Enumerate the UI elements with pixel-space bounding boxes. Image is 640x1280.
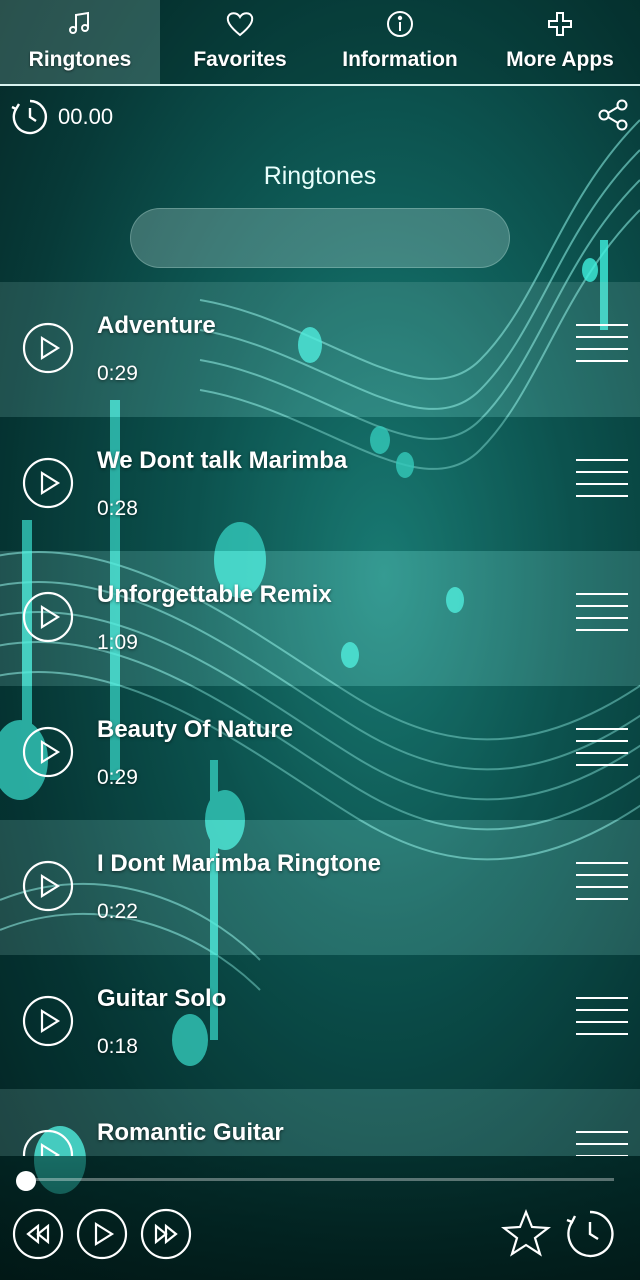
ringtone-duration: 1:09	[97, 631, 138, 654]
ringtone-name: I Dont Marimba Ringtone	[97, 850, 381, 877]
tab-more-apps[interactable]: More Apps	[480, 0, 640, 84]
play-icon[interactable]	[22, 860, 74, 912]
play-icon[interactable]	[22, 322, 74, 374]
ringtone-name: Guitar Solo	[97, 984, 227, 1012]
fast-forward-icon[interactable]	[140, 1208, 192, 1260]
ringtone-name: Unforgettable Remix	[97, 581, 332, 608]
ringtone-name: Romantic Guitar	[97, 1119, 284, 1146]
tab-label: Ringtones	[28, 48, 132, 71]
menu-icon[interactable]	[576, 593, 628, 639]
play-icon[interactable]	[22, 1129, 74, 1156]
star-icon[interactable]	[500, 1208, 552, 1260]
menu-icon[interactable]	[576, 458, 628, 505]
list-item[interactable]: Unforgettable Remix 1:09	[0, 551, 640, 686]
menu-icon[interactable]	[576, 996, 628, 1043]
ringtone-name: Adventure	[97, 312, 216, 339]
music-note-icon	[64, 8, 96, 40]
list-item[interactable]: Romantic Guitar	[0, 1089, 640, 1156]
search-field[interactable]	[130, 208, 510, 268]
list-item[interactable]: I Dont Marimba Ringtone 0:22	[0, 820, 640, 955]
play-icon[interactable]	[22, 457, 74, 509]
plus-icon	[544, 8, 576, 40]
info-icon	[384, 8, 416, 40]
rewind-icon[interactable]	[12, 1208, 64, 1260]
list-item[interactable]: Guitar Solo 0:18	[0, 954, 640, 1089]
search-input[interactable]	[131, 209, 509, 267]
timer-icon[interactable]	[564, 1208, 616, 1260]
heart-icon	[224, 8, 256, 40]
list-item[interactable]: Adventure 0:29	[0, 282, 640, 417]
ringtone-name: Beauty Of Nature	[97, 715, 294, 743]
timer-icon[interactable]	[10, 97, 50, 137]
list-item[interactable]: We Dont talk Marimba 0:28	[0, 416, 640, 551]
ringtone-duration: 0:22	[97, 900, 138, 923]
menu-icon[interactable]	[576, 324, 628, 370]
header-bar: 00.00	[10, 96, 630, 138]
player-bar	[0, 1156, 640, 1280]
tab-label: Favorites	[193, 48, 287, 71]
ringtone-duration: 0:28	[97, 496, 138, 520]
ringtone-duration: 0:18	[97, 1034, 138, 1058]
elapsed-time: 00.00	[58, 104, 114, 129]
play-icon[interactable]	[22, 995, 74, 1047]
tab-label: More Apps	[506, 48, 614, 71]
tab-favorites[interactable]: Favorites	[160, 0, 320, 84]
top-tab-bar: Ringtones Favorites Information More App…	[0, 0, 640, 86]
play-icon[interactable]	[76, 1208, 128, 1260]
ringtone-list: Adventure 0:29 We Dont talk Marimba 0:28…	[0, 282, 640, 1156]
tab-label: Information	[342, 48, 458, 71]
menu-icon[interactable]	[576, 862, 628, 908]
menu-icon[interactable]	[576, 727, 628, 774]
tab-ringtones[interactable]: Ringtones	[0, 0, 160, 84]
page-title: Ringtones	[263, 162, 377, 190]
ringtone-name: We Dont talk Marimba	[97, 446, 348, 474]
seek-bar[interactable]	[26, 1178, 614, 1181]
ringtone-duration: 0:29	[97, 765, 138, 789]
tab-information[interactable]: Information	[320, 0, 480, 84]
play-icon[interactable]	[22, 591, 74, 643]
menu-icon[interactable]	[576, 1131, 628, 1156]
share-icon[interactable]	[596, 98, 630, 132]
list-item[interactable]: Beauty Of Nature 0:29	[0, 685, 640, 820]
seek-handle[interactable]	[16, 1171, 36, 1191]
ringtone-duration: 0:29	[97, 362, 138, 385]
play-icon[interactable]	[22, 726, 74, 778]
